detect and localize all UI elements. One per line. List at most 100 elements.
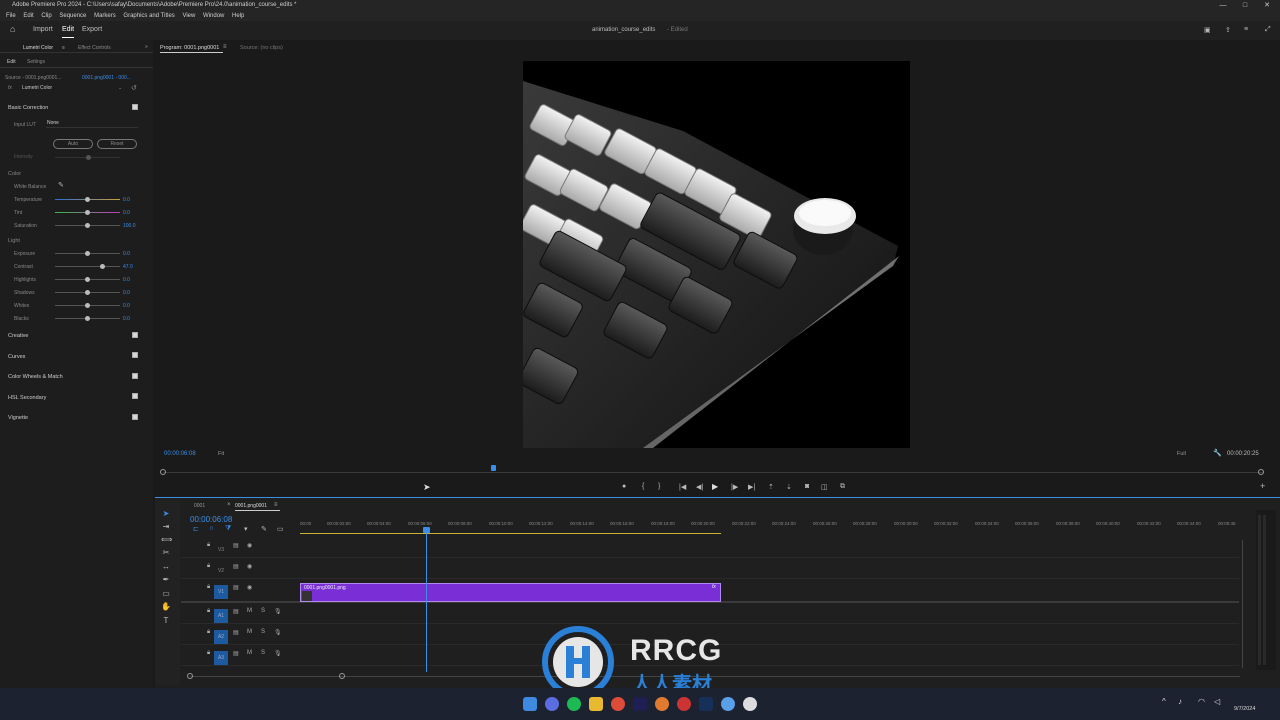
menu-clip[interactable]: Clip (41, 13, 51, 19)
multi-icon[interactable]: ⧉ (840, 483, 845, 491)
eye-icon[interactable]: ◉ (247, 584, 252, 591)
playhead-handle[interactable] (423, 527, 430, 533)
tray-wifi-icon[interactable]: ◠ (1198, 697, 1205, 706)
type-icon[interactable]: T (161, 616, 171, 626)
eye-icon[interactable]: ◉ (247, 563, 252, 570)
linked-selection-icon[interactable]: ∩ (209, 525, 214, 532)
go-to-out-icon[interactable]: ▶| (748, 483, 755, 491)
temperature-value[interactable]: 0.0 (123, 197, 130, 203)
time-ruler[interactable]: 00:00 00:00:02:00 00:00:04:00 00:00:06:0… (300, 521, 1240, 531)
microphone-icon[interactable]: 🎙︎ (274, 629, 282, 636)
razor-icon[interactable]: ✂ (161, 548, 171, 558)
section-basic-correction[interactable]: Basic Correction (8, 105, 48, 111)
film-icon[interactable]: ▤ (233, 542, 239, 549)
tab-menu-icon[interactable]: ≡ (274, 502, 278, 508)
section-color-wheels[interactable]: Color Wheels & Match (8, 374, 63, 380)
track-label[interactable]: V2 (214, 564, 228, 578)
film-icon[interactable]: ▤ (233, 563, 239, 570)
lock-icon[interactable]: 🔒︎ (207, 584, 210, 591)
tray-volume-icon[interactable]: ◁ (1214, 697, 1220, 706)
menu-graphics[interactable]: Graphics and Titles (123, 13, 174, 19)
slip-icon[interactable]: ↔ (161, 562, 171, 572)
lock-icon[interactable]: 🔒︎ (207, 629, 210, 636)
film-icon[interactable]: ▤ (233, 584, 239, 591)
clip-fx-badge[interactable]: fx (712, 584, 716, 590)
fullscreen-icon[interactable]: ⤢ (1265, 26, 1271, 34)
highlights-slider[interactable] (55, 277, 120, 282)
mini-timeline[interactable] (163, 472, 1263, 473)
track-label[interactable]: A2 (214, 630, 228, 644)
home-icon[interactable]: ⌂ (10, 24, 15, 34)
sync-lock-icon[interactable]: ▤ (233, 608, 239, 615)
solo-icon[interactable]: S (261, 650, 265, 656)
input-lut-select[interactable]: None (46, 120, 138, 128)
rectangle-icon[interactable]: ▭ (161, 589, 171, 599)
menu-icon[interactable]: ≡ (1244, 26, 1248, 33)
tab-settings[interactable]: Settings (27, 59, 45, 65)
play-icon[interactable]: ▶ (712, 482, 718, 491)
tab-edit[interactable]: Edit (7, 59, 16, 65)
video-clip[interactable]: 0001.png0001.png fx (300, 583, 721, 602)
curves-checkbox[interactable] (132, 352, 138, 358)
section-vignette[interactable]: Vignette (8, 415, 28, 421)
sync-lock-icon[interactable]: ▤ (233, 629, 239, 636)
shadows-value[interactable]: 0.0 (123, 290, 130, 296)
contrast-value[interactable]: 47.0 (123, 264, 133, 270)
scroll-handle-left[interactable] (187, 673, 193, 679)
add-button-icon[interactable]: + (1260, 481, 1265, 491)
whites-slider[interactable] (55, 303, 120, 308)
solo-icon[interactable]: S (261, 608, 265, 614)
fit-select[interactable]: Fit (218, 451, 224, 457)
tint-slider[interactable] (55, 210, 120, 215)
menu-view[interactable]: View (182, 13, 195, 19)
mute-icon[interactable]: M (247, 650, 252, 656)
timeline-timecode[interactable]: 00:00:06:08 (190, 515, 232, 524)
captions-icon[interactable]: ▭ (277, 525, 284, 533)
reset-icon[interactable]: ↺ (131, 84, 137, 92)
panel-more-icon[interactable]: » (145, 44, 148, 50)
todo-icon[interactable] (721, 697, 735, 711)
blacks-slider[interactable] (55, 316, 120, 321)
whites-value[interactable]: 0.0 (123, 303, 130, 309)
zoom-handle-right[interactable] (1258, 469, 1264, 475)
microphone-icon[interactable]: 🎙︎ (274, 608, 282, 615)
tab-sequence-0001[interactable]: 0001 (194, 503, 205, 509)
tab-menu-icon[interactable]: ≡ (62, 45, 65, 51)
tint-value[interactable]: 0.0 (123, 210, 130, 216)
photoshop-icon[interactable] (699, 697, 713, 711)
eye-icon[interactable]: ◉ (247, 542, 252, 549)
track-select-icon[interactable]: ⇥ (161, 522, 171, 532)
tab-program[interactable]: Program: 0001.png0001 (160, 45, 219, 51)
creative-checkbox[interactable] (132, 332, 138, 338)
pen-icon[interactable]: ✒ (161, 575, 171, 585)
section-hsl-secondary[interactable]: HSL Secondary (8, 395, 46, 401)
workspace-export[interactable]: Export (82, 26, 102, 33)
workspace-edit[interactable]: Edit (62, 26, 74, 33)
tab-lumetri-color[interactable]: Lumetri Color (23, 45, 53, 51)
clock-date[interactable]: 9/7/2024 (1234, 706, 1255, 712)
chrome-icon[interactable] (611, 697, 625, 711)
exposure-value[interactable]: 0.0 (123, 251, 130, 257)
premiere-icon[interactable] (633, 697, 647, 711)
tray-mic-icon[interactable]: ♪ (1178, 697, 1182, 706)
basic-correction-checkbox[interactable] (132, 104, 138, 110)
start-icon[interactable] (523, 697, 537, 711)
vignette-checkbox[interactable] (132, 414, 138, 420)
mark-in-icon[interactable]: { (642, 483, 644, 490)
playhead-marker[interactable] (491, 465, 496, 471)
step-forward-icon[interactable]: |▶ (731, 483, 738, 491)
menu-help[interactable]: Help (232, 13, 244, 19)
marker-icon[interactable]: ▾ (244, 525, 248, 533)
highlights-value[interactable]: 0.0 (123, 277, 130, 283)
vertical-scrollbar[interactable] (1242, 540, 1243, 668)
mark-out-icon[interactable]: } (658, 483, 660, 490)
microphone-icon[interactable]: 🎙︎ (274, 650, 282, 657)
menu-edit[interactable]: Edit (23, 13, 33, 19)
close-tab-icon[interactable]: × (227, 502, 231, 508)
reset-button[interactable]: Reset (97, 139, 137, 149)
tab-effect-controls[interactable]: Effect Controls (78, 45, 111, 51)
unreal-icon[interactable] (743, 697, 757, 711)
sync-lock-icon[interactable]: ▤ (233, 650, 239, 657)
lock-icon[interactable]: 🔒︎ (207, 650, 210, 657)
maximize-icon[interactable]: □ (1234, 0, 1256, 11)
